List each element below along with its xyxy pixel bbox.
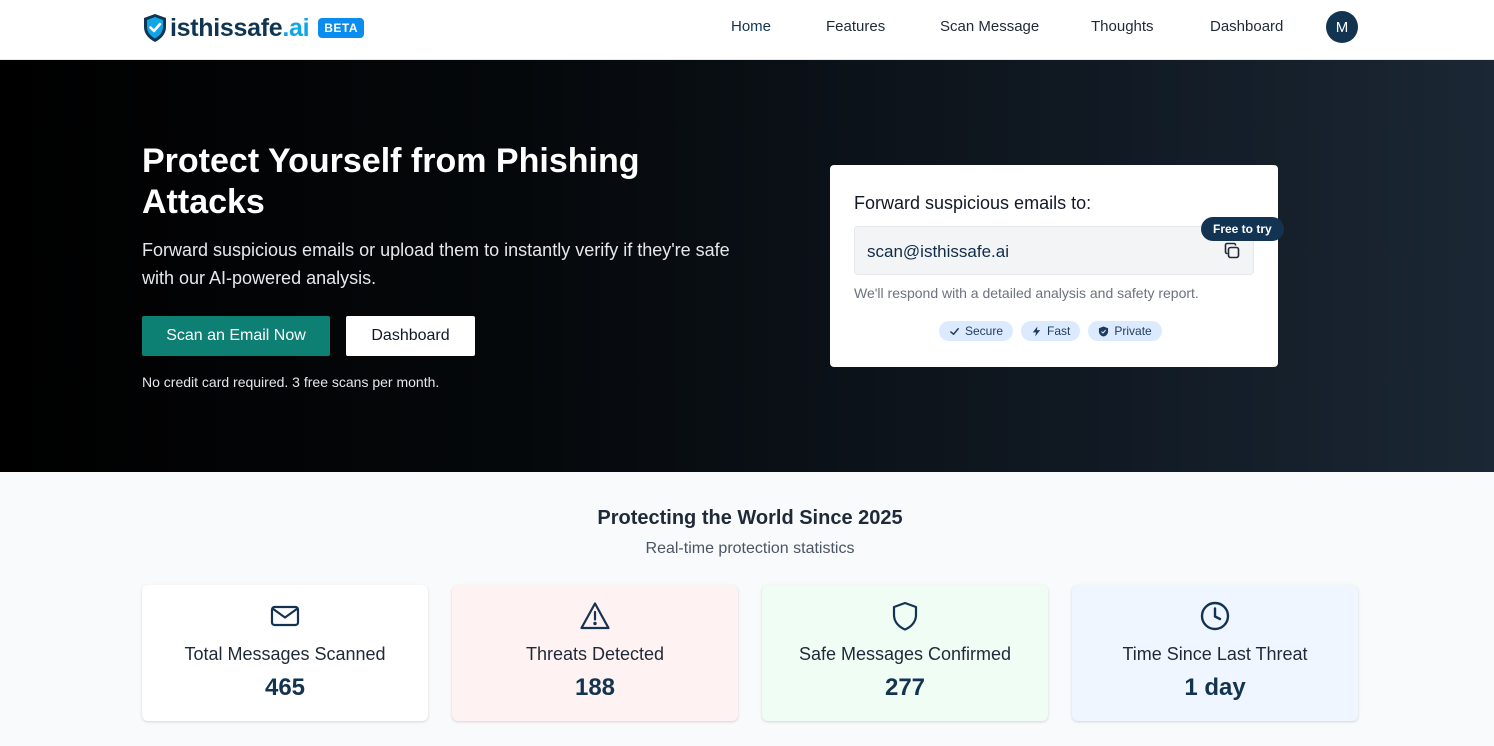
stat-value: 1 day (1184, 674, 1246, 701)
forward-card-title: Forward suspicious emails to: (854, 193, 1092, 213)
check-icon (950, 327, 959, 335)
stat-value: 188 (574, 674, 616, 701)
scan-email-field[interactable]: scan@isthissafe.ai (854, 226, 1254, 275)
stat-label: Threats Detected (525, 644, 665, 664)
scan-email-address[interactable]: scan@isthissafe.ai (867, 242, 1009, 262)
dashboard-button[interactable]: Dashboard (346, 316, 475, 356)
hero-note: No credit card required. 3 free scans pe… (142, 374, 440, 390)
warning-icon (580, 602, 610, 630)
hero-subtitle: Forward suspicious emails or upload them… (142, 240, 730, 288)
nav-home[interactable]: Home (731, 18, 771, 35)
top-navbar: isthissafe.ai BETA Home Features Scan Me… (0, 0, 1494, 60)
beta-badge: BETA (318, 18, 365, 38)
shield-icon (1099, 325, 1109, 337)
nav-scan-message[interactable]: Scan Message (940, 18, 1039, 35)
hero-title: Protect Yourself from Phishing Attacks (142, 142, 640, 221)
forward-email-card: Forward suspicious emails to: scan@isthi… (830, 165, 1278, 367)
copy-icon[interactable] (1222, 241, 1242, 261)
shield-check-logo-icon (144, 14, 166, 42)
free-to-try-badge: Free to try (1201, 217, 1284, 241)
hero-section: Protect Yourself from Phishing Attacks F… (0, 60, 1494, 472)
mail-icon (270, 605, 300, 627)
stats-subtitle: Real-time protection statistics (645, 540, 855, 557)
stat-label: Safe Messages Confirmed (798, 644, 1012, 664)
feature-tags: Secure Fast Private (939, 321, 1162, 341)
stat-total-scanned: Total Messages Scanned 465 (142, 585, 428, 721)
stat-safe-confirmed: Safe Messages Confirmed 277 (762, 585, 1048, 721)
stats-title: Protecting the World Since 2025 (597, 507, 903, 529)
nav-features[interactable]: Features (826, 18, 885, 35)
brand-name: isthissafe.ai (170, 13, 310, 42)
user-avatar[interactable]: M (1326, 11, 1358, 43)
stat-threats-detected: Threats Detected 188 (452, 585, 738, 721)
scan-email-button[interactable]: Scan an Email Now (142, 316, 330, 356)
lightning-icon (1032, 325, 1041, 337)
stat-value: 277 (884, 674, 926, 701)
nav-thoughts[interactable]: Thoughts (1091, 18, 1154, 35)
shield-icon (892, 601, 918, 631)
stat-value: 465 (264, 674, 306, 701)
stat-label: Total Messages Scanned (184, 644, 386, 664)
stat-time-since-threat: Time Since Last Threat 1 day (1072, 585, 1358, 721)
stat-label: Time Since Last Threat (1122, 644, 1308, 664)
tag-fast: Fast (1021, 321, 1081, 341)
forward-card-note: We'll respond with a detailed analysis a… (854, 285, 1199, 301)
clock-icon (1200, 601, 1230, 631)
tag-private: Private (1088, 321, 1162, 341)
tag-secure: Secure (939, 321, 1014, 341)
nav-dashboard[interactable]: Dashboard (1210, 18, 1283, 35)
brand-logo[interactable]: isthissafe.ai BETA (142, 12, 365, 44)
